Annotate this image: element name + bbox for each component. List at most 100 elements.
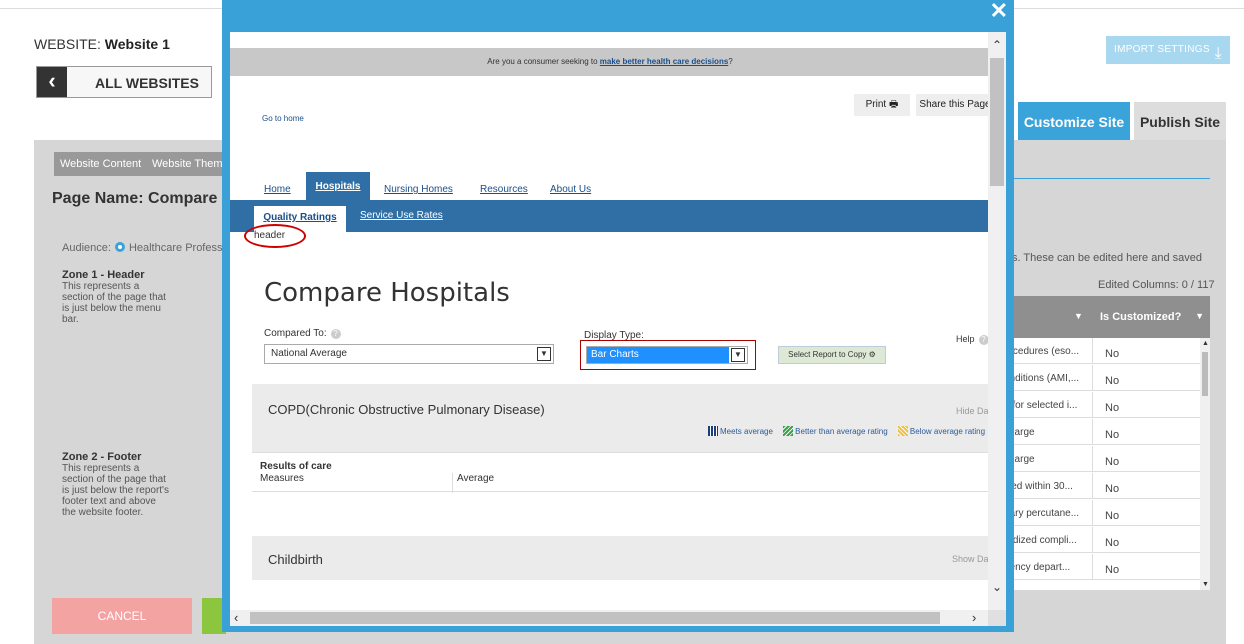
- preview-frame: Are you a consumer seeking to make bette…: [230, 32, 1006, 626]
- table-header: ▼ Is Customized? ▼: [1012, 296, 1210, 338]
- table-scrollbar[interactable]: ▲ ▼: [1200, 338, 1210, 590]
- share-button[interactable]: Share this Page: [916, 94, 994, 116]
- average-header: Average: [452, 473, 494, 493]
- decisions-link[interactable]: make better health care decisions: [600, 57, 729, 66]
- table-row[interactable]: nary percutane... No: [1004, 500, 1200, 526]
- horizontal-scrollbar[interactable]: ‹ ›: [230, 610, 988, 626]
- row-customized-value: No: [1092, 500, 1200, 526]
- consumer-banner: Are you a consumer seeking to make bette…: [230, 48, 990, 76]
- rating-legend: Meets average Better than average rating…: [700, 426, 985, 436]
- row-customized-value: No: [1092, 527, 1200, 553]
- section-divider: [1014, 178, 1210, 179]
- row-label: rocedures (eso...: [1004, 346, 1080, 357]
- import-settings-button[interactable]: IMPORT SETTINGS ⤓: [1106, 36, 1230, 64]
- nav-hospitals[interactable]: Hospitals: [306, 172, 370, 200]
- back-arrow-icon: ‹: [37, 67, 67, 97]
- scroll-thumb[interactable]: [1202, 352, 1208, 396]
- better-swatch: [783, 426, 794, 436]
- right-note: s. These can be edited here and saved: [1012, 252, 1202, 264]
- row-customized-value: No: [1092, 419, 1200, 445]
- row-label: charge: [1004, 454, 1035, 465]
- close-icon[interactable]: ✕: [990, 0, 1008, 24]
- download-icon: ⤓: [1214, 45, 1222, 62]
- row-label: ived within 30...: [1004, 481, 1073, 492]
- copy-icon: ⚙: [868, 350, 876, 359]
- table-row[interactable]: onditions (AMI,... No: [1004, 365, 1200, 391]
- website-label: WEBSITE: Website 1: [34, 36, 170, 52]
- row-label: gency depart...: [1004, 562, 1071, 573]
- measures-header: Measures: [260, 473, 304, 484]
- scroll-thumb[interactable]: [990, 58, 1004, 186]
- compared-to-select[interactable]: National Average ▼: [264, 344, 554, 364]
- scroll-up-icon[interactable]: ▲: [1202, 340, 1209, 347]
- table-row[interactable]: charge No: [1004, 419, 1200, 445]
- results-title: Results of care: [260, 461, 332, 472]
- go-home-link[interactable]: Go to home: [262, 114, 304, 123]
- copd-section: COPD(Chronic Obstructive Pulmonary Disea…: [252, 384, 1006, 454]
- vertical-scrollbar[interactable]: ⌃ ⌄: [988, 32, 1006, 610]
- results-table: Results of care Measures Average: [252, 452, 1006, 493]
- row-customized-value: No: [1092, 473, 1200, 499]
- cancel-button[interactable]: CANCEL: [52, 598, 192, 634]
- scroll-corner: [988, 610, 1006, 626]
- site-nav: Home Hospitals Nursing Homes Resources A…: [230, 172, 1006, 200]
- chevron-down-icon: ▼: [731, 348, 745, 362]
- compared-to-label: Compared To:?: [264, 328, 341, 339]
- page-name: Page Name: Compare: [52, 190, 218, 207]
- select-report-button[interactable]: Select Report to Copy ⚙: [778, 346, 886, 364]
- table-row[interactable]: ived within 30... No: [1004, 473, 1200, 499]
- scroll-down-icon[interactable]: ⌄: [992, 580, 1002, 594]
- row-customized-value: No: [1092, 554, 1200, 580]
- scroll-thumb[interactable]: [250, 612, 940, 624]
- table-row[interactable]: e for selected i... No: [1004, 392, 1200, 418]
- help-link[interactable]: Help?: [956, 334, 989, 345]
- row-label: onditions (AMI,...: [1004, 373, 1080, 384]
- table-row[interactable]: charge No: [1004, 446, 1200, 472]
- page-title: Compare Hospitals: [264, 278, 510, 308]
- nav-about-us[interactable]: About Us: [550, 184, 591, 195]
- header-is-customized: Is Customized?: [1100, 311, 1182, 323]
- row-customized-value: No: [1092, 392, 1200, 418]
- radio-icon[interactable]: [114, 242, 125, 252]
- table-row[interactable]: rocedures (eso... No: [1004, 338, 1200, 364]
- childbirth-title: Childbirth: [268, 552, 323, 567]
- table-row[interactable]: gency depart... No: [1004, 554, 1200, 580]
- row-label: e for selected i...: [1004, 400, 1078, 411]
- nav-nursing-homes[interactable]: Nursing Homes: [384, 184, 453, 195]
- subtab-website-content[interactable]: Website Content: [54, 152, 148, 176]
- preview-modal: ✕ Are you a consumer seeking to make bet…: [222, 0, 1014, 632]
- chevron-down-icon: ▼: [537, 347, 551, 361]
- row-customized-value: No: [1092, 338, 1200, 364]
- row-customized-value: No: [1092, 365, 1200, 391]
- nav-resources[interactable]: Resources: [480, 184, 528, 195]
- sort-icon[interactable]: ▼: [1074, 311, 1083, 321]
- row-label: ardized compli...: [1004, 535, 1077, 546]
- zone-footer-info: Zone 2 - Footer This represents a section…: [62, 451, 169, 519]
- zone-header-info: Zone 1 - Header This represents a section…: [62, 269, 166, 326]
- all-websites-button[interactable]: ‹ ALL WEBSITES: [36, 66, 212, 98]
- table-row[interactable]: ardized compli... No: [1004, 527, 1200, 553]
- columns-table: ▼ Is Customized? ▼ rocedures (eso... No on…: [1004, 296, 1210, 590]
- sort-icon[interactable]: ▼: [1195, 311, 1204, 321]
- help-icon[interactable]: ?: [330, 329, 341, 339]
- printer-icon: 🖶: [888, 99, 899, 110]
- scroll-up-icon[interactable]: ⌃: [992, 38, 1002, 52]
- audience-selector: Audience: Healthcare Profess: [62, 242, 223, 254]
- nav-home[interactable]: Home: [264, 184, 291, 195]
- below-swatch: [897, 426, 908, 436]
- scroll-right-icon[interactable]: ›: [972, 610, 976, 625]
- meets-average-swatch: [708, 426, 718, 436]
- childbirth-section: Childbirth Show Data: [252, 536, 1006, 580]
- edited-columns: Edited Columns: 0 / 117: [1098, 279, 1215, 291]
- sub-nav: Quality Ratings Service Use Rates: [230, 200, 1006, 232]
- tab-publish-site[interactable]: Publish Site: [1134, 102, 1226, 140]
- scroll-left-icon[interactable]: ‹: [234, 610, 238, 625]
- tab-service-use-rates[interactable]: Service Use Rates: [360, 210, 443, 221]
- row-label: nary percutane...: [1004, 508, 1080, 519]
- print-button[interactable]: Print 🖶: [854, 94, 910, 116]
- copd-title: COPD(Chronic Obstructive Pulmonary Disea…: [268, 402, 545, 417]
- scroll-down-icon[interactable]: ▼: [1202, 581, 1209, 588]
- tab-customize-site[interactable]: Customize Site: [1018, 102, 1130, 140]
- display-type-select[interactable]: Bar Charts ▼: [586, 346, 748, 364]
- highlight-oval: [244, 224, 306, 248]
